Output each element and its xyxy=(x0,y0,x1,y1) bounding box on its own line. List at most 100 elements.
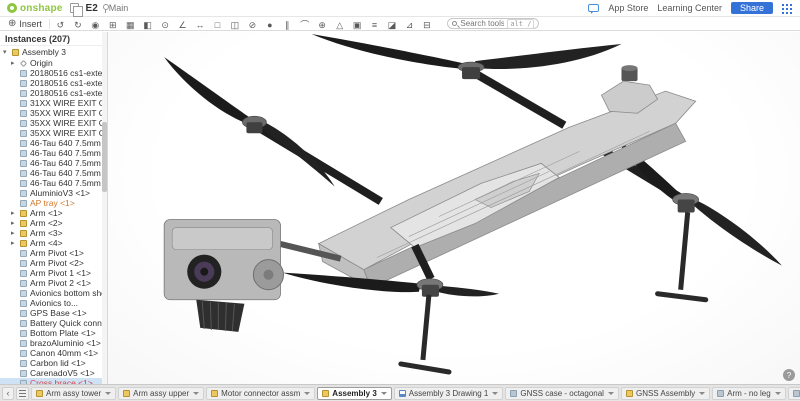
chevron-down-icon[interactable] xyxy=(699,392,705,395)
search-input[interactable] xyxy=(460,19,504,28)
chevron-right-icon[interactable]: ▸ xyxy=(11,240,17,247)
tab-type-icon xyxy=(123,390,130,397)
mate-connector-icon[interactable]: ⊕ xyxy=(316,19,329,31)
planar-mate-icon[interactable]: □ xyxy=(211,19,224,31)
chevron-right-icon[interactable]: ▸ xyxy=(11,230,17,237)
list-item[interactable]: Battery Quick connec... xyxy=(0,318,107,328)
chevron-down-icon[interactable] xyxy=(775,392,781,395)
tangent-mate-icon[interactable]: ⌒ xyxy=(298,18,311,30)
chevron-right-icon[interactable]: ▸ xyxy=(11,220,17,227)
revolute-mate-icon[interactable]: ∠ xyxy=(176,19,189,31)
chevron-down-icon[interactable] xyxy=(304,392,310,395)
list-item[interactable]: Avionics bottom shel... xyxy=(0,288,107,298)
comment-icon[interactable] xyxy=(588,4,599,12)
tab-label: GNSS case - octagonal xyxy=(520,389,604,398)
list-item[interactable]: AP tray <1> xyxy=(0,198,107,208)
mate-icon[interactable]: ◉ xyxy=(89,19,102,31)
list-item[interactable]: 46-Tau 640 7.5mm f... xyxy=(0,178,107,188)
tab-collapse-button[interactable]: ‹ xyxy=(2,387,14,400)
instance-label: Battery Quick connec... xyxy=(30,318,107,328)
list-item[interactable]: Bottom Plate <1> xyxy=(0,328,107,338)
standard-content-icon[interactable]: ◧ xyxy=(141,19,154,31)
apps-grid-icon[interactable] xyxy=(782,4,784,6)
list-item[interactable]: Canon 40mm <1> xyxy=(0,348,107,358)
section-view-icon[interactable]: ◪ xyxy=(386,19,399,31)
chevron-down-icon[interactable] xyxy=(608,392,614,395)
tab-menu-icon[interactable] xyxy=(16,387,29,400)
instance-type-icon xyxy=(20,280,27,287)
group-icon[interactable]: ⊞ xyxy=(106,19,119,31)
chevron-down-icon[interactable] xyxy=(492,392,498,395)
list-item[interactable]: Avionics to... xyxy=(0,298,107,308)
list-item[interactable]: ▸ Origin xyxy=(0,58,107,68)
share-button[interactable]: Share xyxy=(731,2,773,14)
document-title[interactable]: E2 xyxy=(86,3,98,14)
fastened-mate-icon[interactable]: ⊙ xyxy=(159,19,172,31)
list-item[interactable]: 20180516 cs1-exter... xyxy=(0,68,107,78)
named-positions-icon[interactable]: ≡ xyxy=(368,19,381,31)
list-item[interactable]: 20180516 cs1-exter... xyxy=(0,78,107,88)
list-item[interactable]: 46-Tau 640 7.5mm f... xyxy=(0,168,107,178)
list-item[interactable]: ▸ Arm <2> xyxy=(0,218,107,228)
replicate-icon[interactable]: ▦ xyxy=(124,19,137,31)
document-tab[interactable]: Arm - no leg xyxy=(712,387,786,400)
chevron-down-icon[interactable] xyxy=(381,392,387,395)
list-item[interactable]: GPS Base <1> xyxy=(0,308,107,318)
document-tab[interactable]: Arm assy upper xyxy=(118,387,204,400)
document-tab[interactable]: GNSS case - octagonal xyxy=(505,387,619,400)
onshape-logo[interactable]: onshape xyxy=(7,3,63,14)
list-item[interactable]: AluminioV3 <1> xyxy=(0,188,107,198)
viewport-3d[interactable]: ? xyxy=(108,32,800,384)
explode-icon[interactable]: △ xyxy=(333,19,346,31)
chevron-down-icon[interactable] xyxy=(193,392,199,395)
sidebar-scrollbar[interactable] xyxy=(102,32,107,384)
redo-icon[interactable]: ↻ xyxy=(71,19,84,31)
document-tab[interactable]: GNSS Assembly xyxy=(621,387,710,400)
list-item[interactable]: brazoAluminio <1> xyxy=(0,338,107,348)
app-store-link[interactable]: App Store xyxy=(608,3,648,13)
slider-mate-icon[interactable]: ↔ xyxy=(194,19,207,31)
document-tab[interactable]: Assembly 3 xyxy=(317,387,391,400)
chevron-down-icon[interactable] xyxy=(105,392,111,395)
cylindrical-mate-icon[interactable]: ◫ xyxy=(228,19,241,31)
chevron-down-icon[interactable]: ▾ xyxy=(3,49,9,56)
bom-icon[interactable]: ⊟ xyxy=(420,19,433,31)
insert-button[interactable]: ⊕ Insert xyxy=(5,18,45,29)
pin-slot-mate-icon[interactable]: ⊘ xyxy=(246,19,259,31)
parallel-mate-icon[interactable]: ∥ xyxy=(281,19,294,31)
document-tab[interactable]: Arm assy tower xyxy=(31,387,116,400)
ball-mate-icon[interactable]: ● xyxy=(263,19,276,31)
list-item[interactable]: 31XX WIRE EXIT GAS... xyxy=(0,98,107,108)
document-tab[interactable]: Assembly 3 Drawing 1 xyxy=(394,387,504,400)
list-item[interactable]: ▸ Arm <1> xyxy=(0,208,107,218)
list-item[interactable]: 35XX WIRE EXIT GAS... xyxy=(0,128,107,138)
list-item[interactable]: Arm Pivot <1> xyxy=(0,248,107,258)
list-item[interactable]: CarenadoV5 <1> xyxy=(0,368,107,378)
snapshot-icon[interactable]: ▣ xyxy=(351,19,364,31)
chevron-right-icon[interactable]: ▸ xyxy=(11,210,17,217)
list-item[interactable]: 20180516 cs1-exter... xyxy=(0,88,107,98)
list-item[interactable]: 46-Tau 640 7.5mm f... xyxy=(0,148,107,158)
list-item[interactable]: ▸ Arm <3> xyxy=(0,228,107,238)
help-button[interactable]: ? xyxy=(783,369,795,381)
instance-label: 46-Tau 640 7.5mm f... xyxy=(30,178,107,188)
measure-icon[interactable]: ⊿ xyxy=(403,19,416,31)
list-item[interactable]: Arm Pivot 1 <1> xyxy=(0,268,107,278)
list-item[interactable]: Arm Pivot 2 <1> xyxy=(0,278,107,288)
list-item[interactable]: 35XX WIRE EXIT GAS... xyxy=(0,108,107,118)
workspace-selector[interactable]: Main xyxy=(105,3,129,13)
list-item[interactable]: Carbon lid <1> xyxy=(0,358,107,368)
chevron-right-icon[interactable]: ▸ xyxy=(11,60,17,67)
tool-search[interactable]: alt / xyxy=(447,18,539,29)
assembly-root-node[interactable]: ▾ Assembly 3 xyxy=(0,46,107,58)
sidebar-scrollbar-thumb[interactable] xyxy=(102,122,107,192)
learning-center-link[interactable]: Learning Center xyxy=(657,3,722,13)
list-item[interactable]: 46-Tau 640 7.5mm f... xyxy=(0,138,107,148)
document-tab[interactable]: Motor connector assm xyxy=(206,387,315,400)
list-item[interactable]: 35XX WIRE EXIT GAS... xyxy=(0,118,107,128)
undo-icon[interactable]: ↺ xyxy=(54,19,67,31)
list-item[interactable]: Arm Pivot <2> xyxy=(0,258,107,268)
list-item[interactable]: 46-Tau 640 7.5mm f... xyxy=(0,158,107,168)
document-tab[interactable]: arm jig xyxy=(788,387,800,400)
list-item[interactable]: ▸ Arm <4> xyxy=(0,238,107,248)
